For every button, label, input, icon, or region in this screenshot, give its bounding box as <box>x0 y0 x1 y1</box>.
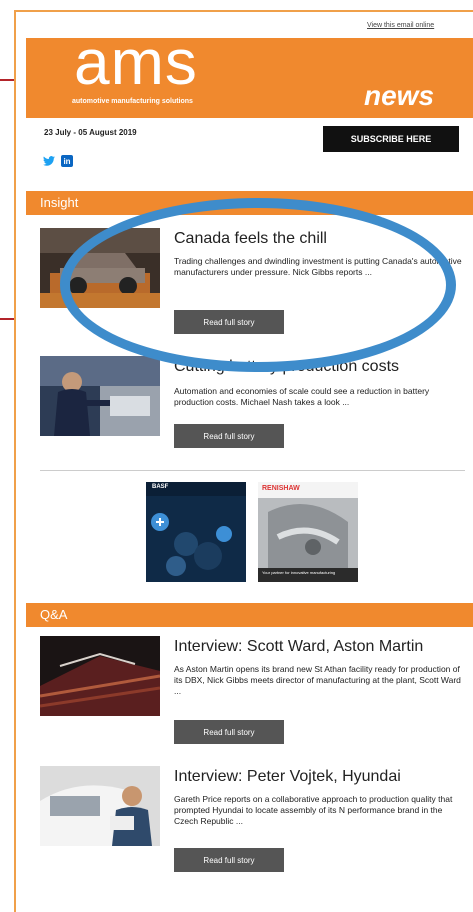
section-qa: Q&A <box>26 603 473 627</box>
ams-logo[interactable]: ams <box>74 30 198 94</box>
logo-tagline: automotive manufacturing solutions <box>72 98 193 105</box>
renishaw-advert[interactable]: RENISHAW Your partner for innovative man… <box>258 482 358 582</box>
view-online-link[interactable]: View this email online <box>367 22 434 29</box>
read-full-story-button[interactable]: Read full story <box>174 310 284 334</box>
article-battery-thumbnail[interactable] <box>40 356 160 436</box>
article-peter-vojtek-thumbnail[interactable] <box>40 766 160 846</box>
article-canada: Canada feels the chill Trading challenge… <box>40 228 465 338</box>
linkedin-glyph: in <box>63 156 71 166</box>
read-full-story-button[interactable]: Read full story <box>174 848 284 872</box>
subscribe-button[interactable]: SUBSCRIBE HERE <box>323 126 459 152</box>
renishaw-caption: Your partner for innovative manufacturin… <box>262 570 336 575</box>
linkedin-icon[interactable]: in <box>61 155 73 167</box>
read-full-story-button[interactable]: Read full story <box>174 424 284 448</box>
article-title[interactable]: Canada feels the chill <box>174 230 327 248</box>
article-summary: Automation and economies of scale could … <box>174 386 430 407</box>
divider <box>40 470 465 471</box>
article-canada-thumbnail[interactable] <box>40 228 160 308</box>
article-summary: As Aston Martin opens its brand new St A… <box>174 664 461 696</box>
article-battery: Cutting battery production costs Automat… <box>40 356 465 466</box>
article-title[interactable]: Interview: Scott Ward, Aston Martin <box>174 638 423 656</box>
article-summary: Gareth Price reports on a collaborative … <box>174 794 453 826</box>
article-summary: Trading challenges and dwindling investm… <box>174 256 462 277</box>
basf-logo: BASF <box>152 484 169 490</box>
section-insight: Insight <box>26 191 473 215</box>
article-peter-vojtek: Interview: Peter Vojtek, Hyundai Gareth … <box>40 766 465 876</box>
news-label: news <box>364 80 435 111</box>
issue-date: 23 July - 05 August 2019 <box>44 128 137 137</box>
read-full-story-button[interactable]: Read full story <box>174 720 284 744</box>
article-scott-ward: Interview: Scott Ward, Aston Martin As A… <box>40 636 465 746</box>
renishaw-logo: RENISHAW <box>262 485 300 492</box>
article-title[interactable]: Cutting battery production costs <box>174 358 399 376</box>
basf-advert[interactable]: BASF <box>146 482 246 582</box>
section-qa-label: Q&A <box>40 607 68 622</box>
section-insight-label: Insight <box>40 195 79 210</box>
header-banner: ams automotive manufacturing solutions n… <box>26 30 473 118</box>
article-scott-ward-thumbnail[interactable] <box>40 636 160 716</box>
twitter-icon[interactable] <box>43 155 55 167</box>
article-title[interactable]: Interview: Peter Vojtek, Hyundai <box>174 768 401 786</box>
